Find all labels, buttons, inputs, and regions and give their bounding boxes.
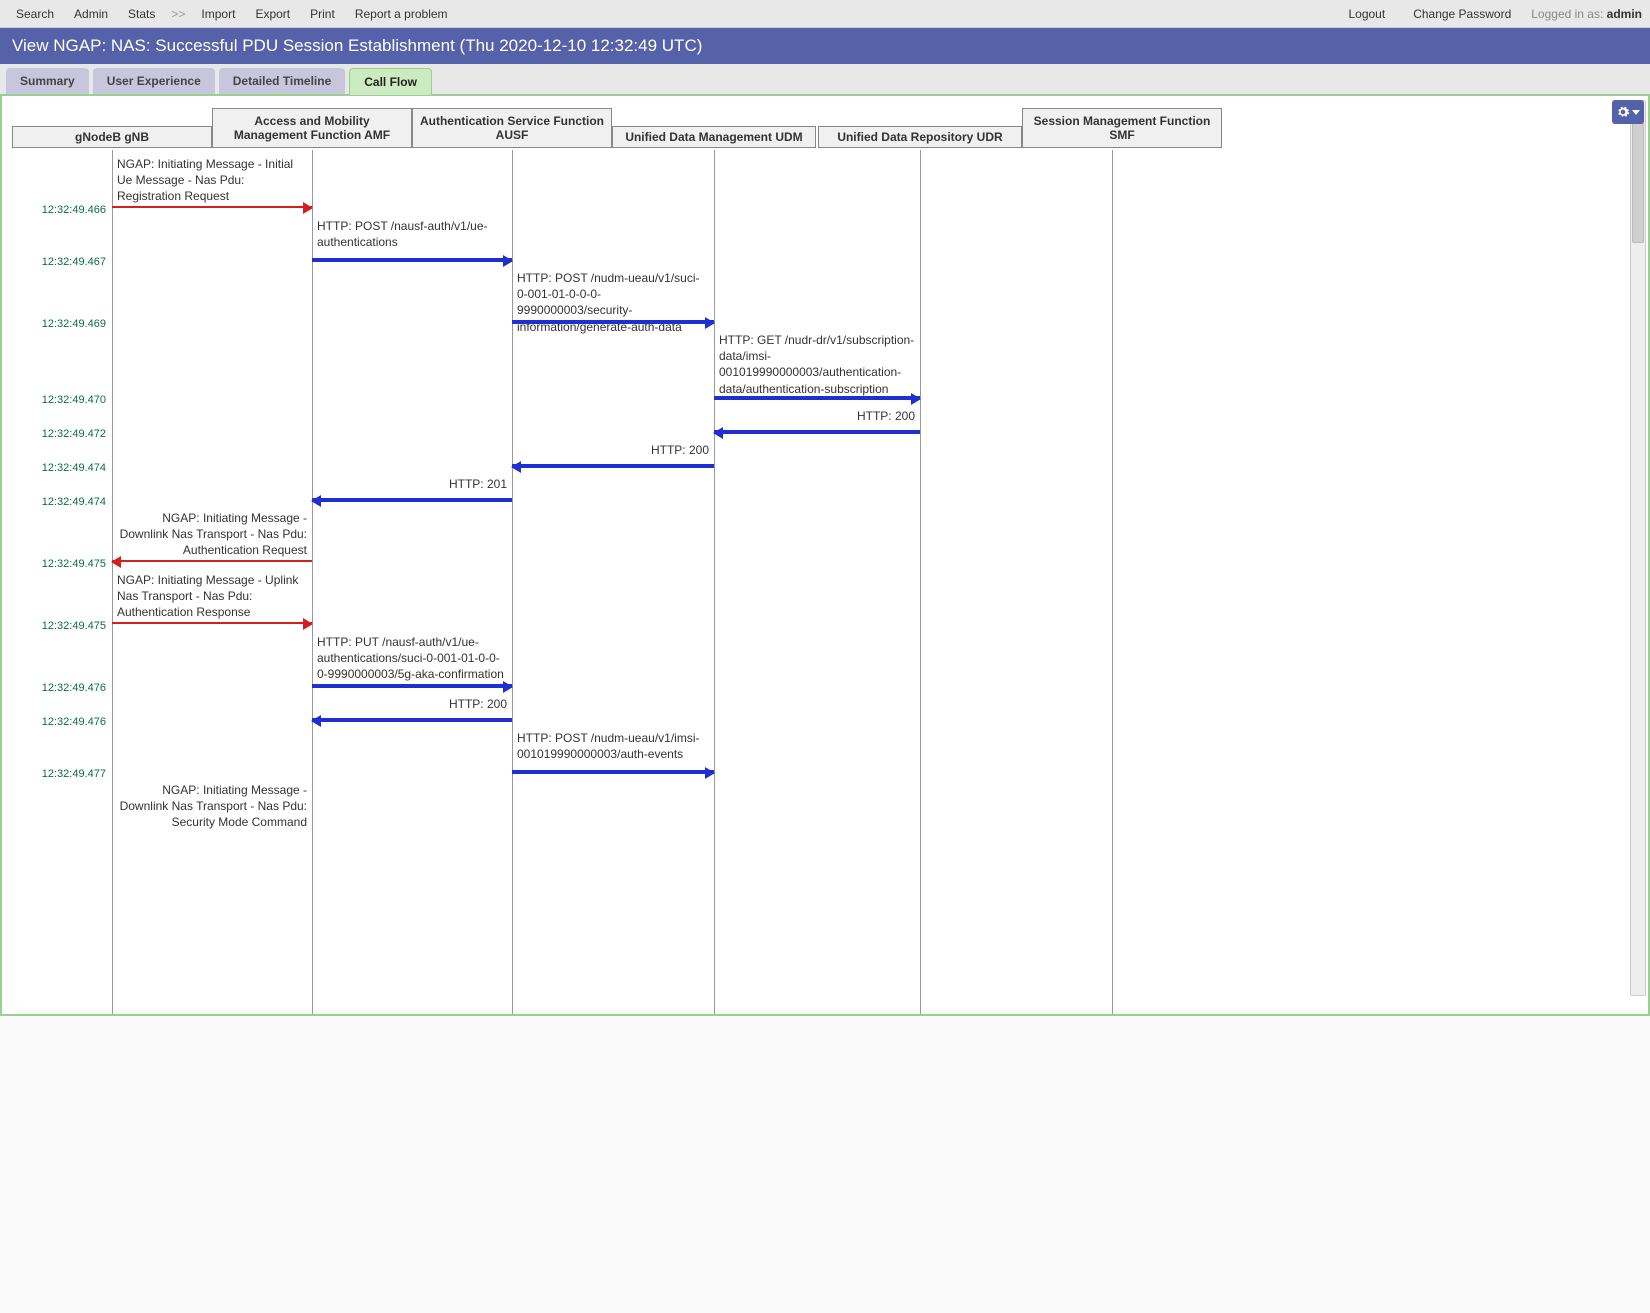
message-label: HTTP: POST /nausf-auth/v1/ue-authenticat… [317, 218, 507, 252]
menu-logout[interactable]: Logout [1340, 3, 1393, 25]
message-label: HTTP: POST /nudm-ueau/v1/imsi-0010199900… [517, 730, 709, 764]
message-row[interactable]: 12:32:49.475NGAP: Initiating Message - D… [2, 510, 1262, 566]
message-row[interactable]: 12:32:49.472HTTP: 200 [2, 408, 1262, 436]
lane-header-gnb[interactable]: gNodeB gNB [12, 126, 212, 148]
timestamp: 12:32:49.476 [16, 716, 106, 728]
message-arrow [112, 560, 312, 562]
logged-in-user: admin [1607, 7, 1642, 21]
message-label: NGAP: Initiating Message - Uplink Nas Tr… [117, 572, 307, 623]
menu-report[interactable]: Report a problem [347, 3, 456, 25]
message-row[interactable]: 12:32:49.476HTTP: 200 [2, 696, 1262, 724]
timestamp: 12:32:49.474 [16, 462, 106, 474]
lane-header-ausf[interactable]: Authentication Service Function AUSF [412, 108, 612, 148]
timestamp: 12:32:49.475 [16, 558, 106, 570]
menu-print[interactable]: Print [302, 3, 343, 25]
message-row[interactable]: 12:32:49.470HTTP: GET /nudr-dr/v1/subscr… [2, 332, 1262, 402]
logged-in-label: Logged in as: admin [1531, 7, 1642, 21]
message-row[interactable]: 12:32:49.477HTTP: POST /nudm-ueau/v1/ims… [2, 730, 1262, 776]
message-label: HTTP: 200 [517, 442, 709, 460]
menu-separator: >> [167, 7, 189, 21]
message-row[interactable]: 12:32:49.476HTTP: PUT /nausf-auth/v1/ue-… [2, 634, 1262, 690]
menu-export[interactable]: Export [247, 3, 298, 25]
message-arrow [112, 622, 312, 624]
message-label: HTTP: 200 [719, 408, 915, 426]
timestamp: 12:32:49.477 [16, 768, 106, 780]
timestamp: 12:32:49.476 [16, 682, 106, 694]
vertical-scrollbar[interactable] [1630, 100, 1646, 996]
message-row[interactable]: 12:32:49.475NGAP: Initiating Message - U… [2, 572, 1262, 628]
message-label: HTTP: 201 [317, 476, 507, 494]
tabbar: SummaryUser ExperienceDetailed TimelineC… [0, 64, 1650, 96]
message-arrow [714, 430, 920, 434]
tab-user-experience[interactable]: User Experience [93, 68, 215, 94]
message-arrow [512, 320, 714, 324]
message-label: HTTP: PUT /nausf-auth/v1/ue-authenticati… [317, 634, 507, 685]
message-label: HTTP: 200 [317, 696, 507, 714]
menu-stats[interactable]: Stats [120, 3, 163, 25]
message-label: NGAP: Initiating Message - Downlink Nas … [117, 510, 307, 561]
message-label: NGAP: Initiating Message - Downlink Nas … [117, 782, 307, 833]
timestamp: 12:32:49.472 [16, 428, 106, 440]
message-arrow [512, 770, 714, 774]
message-label: NGAP: Initiating Message - Initial Ue Me… [117, 156, 307, 207]
menubar: Search Admin Stats >> Import Export Prin… [0, 0, 1650, 28]
message-arrow [512, 464, 714, 468]
timestamp: 12:32:49.475 [16, 620, 106, 632]
message-arrow [312, 684, 512, 688]
timestamp: 12:32:49.470 [16, 394, 106, 406]
message-row[interactable]: NGAP: Initiating Message - Downlink Nas … [2, 782, 1262, 838]
message-arrow [312, 498, 512, 502]
timestamp: 12:32:49.467 [16, 256, 106, 268]
lane-header-amf[interactable]: Access and Mobility Management Function … [212, 108, 412, 148]
timestamp: 12:32:49.469 [16, 318, 106, 330]
menu-admin[interactable]: Admin [66, 3, 116, 25]
menu-import[interactable]: Import [193, 3, 243, 25]
lane-header-udm[interactable]: Unified Data Management UDM [612, 126, 816, 148]
tab-summary[interactable]: Summary [6, 68, 89, 94]
message-row[interactable]: 12:32:49.469HTTP: POST /nudm-ueau/v1/suc… [2, 270, 1262, 326]
lane-header-smf[interactable]: Session Management Function SMF [1022, 108, 1222, 148]
message-row[interactable]: 12:32:49.474HTTP: 200 [2, 442, 1262, 470]
diagram-scroll[interactable]: gNodeB gNBAccess and Mobility Management… [2, 96, 1648, 1014]
page-title: View NGAP: NAS: Successful PDU Session E… [0, 28, 1650, 64]
menu-search[interactable]: Search [8, 3, 62, 25]
message-arrow [312, 718, 512, 722]
lane-header-udr[interactable]: Unified Data Repository UDR [818, 126, 1022, 148]
message-row[interactable]: 12:32:49.466NGAP: Initiating Message - I… [2, 156, 1262, 212]
message-arrow [714, 396, 920, 400]
message-arrow [312, 258, 512, 262]
timestamp: 12:32:49.466 [16, 204, 106, 216]
chevron-down-icon [1632, 110, 1640, 115]
tab-detailed-timeline[interactable]: Detailed Timeline [219, 68, 345, 94]
message-label: HTTP: GET /nudr-dr/v1/subscription-data/… [719, 332, 915, 399]
timestamp: 12:32:49.474 [16, 496, 106, 508]
message-label: HTTP: POST /nudm-ueau/v1/suci-0-001-01-0… [517, 270, 709, 337]
message-row[interactable]: 12:32:49.474HTTP: 201 [2, 476, 1262, 504]
menu-change-password[interactable]: Change Password [1405, 3, 1519, 25]
message-row[interactable]: 12:32:49.467HTTP: POST /nausf-auth/v1/ue… [2, 218, 1262, 264]
message-arrow [112, 206, 312, 208]
gear-icon [1616, 105, 1630, 119]
call-flow-viewport: gNodeB gNBAccess and Mobility Management… [0, 96, 1650, 1016]
tab-call-flow[interactable]: Call Flow [349, 68, 432, 95]
settings-button[interactable] [1612, 100, 1644, 124]
